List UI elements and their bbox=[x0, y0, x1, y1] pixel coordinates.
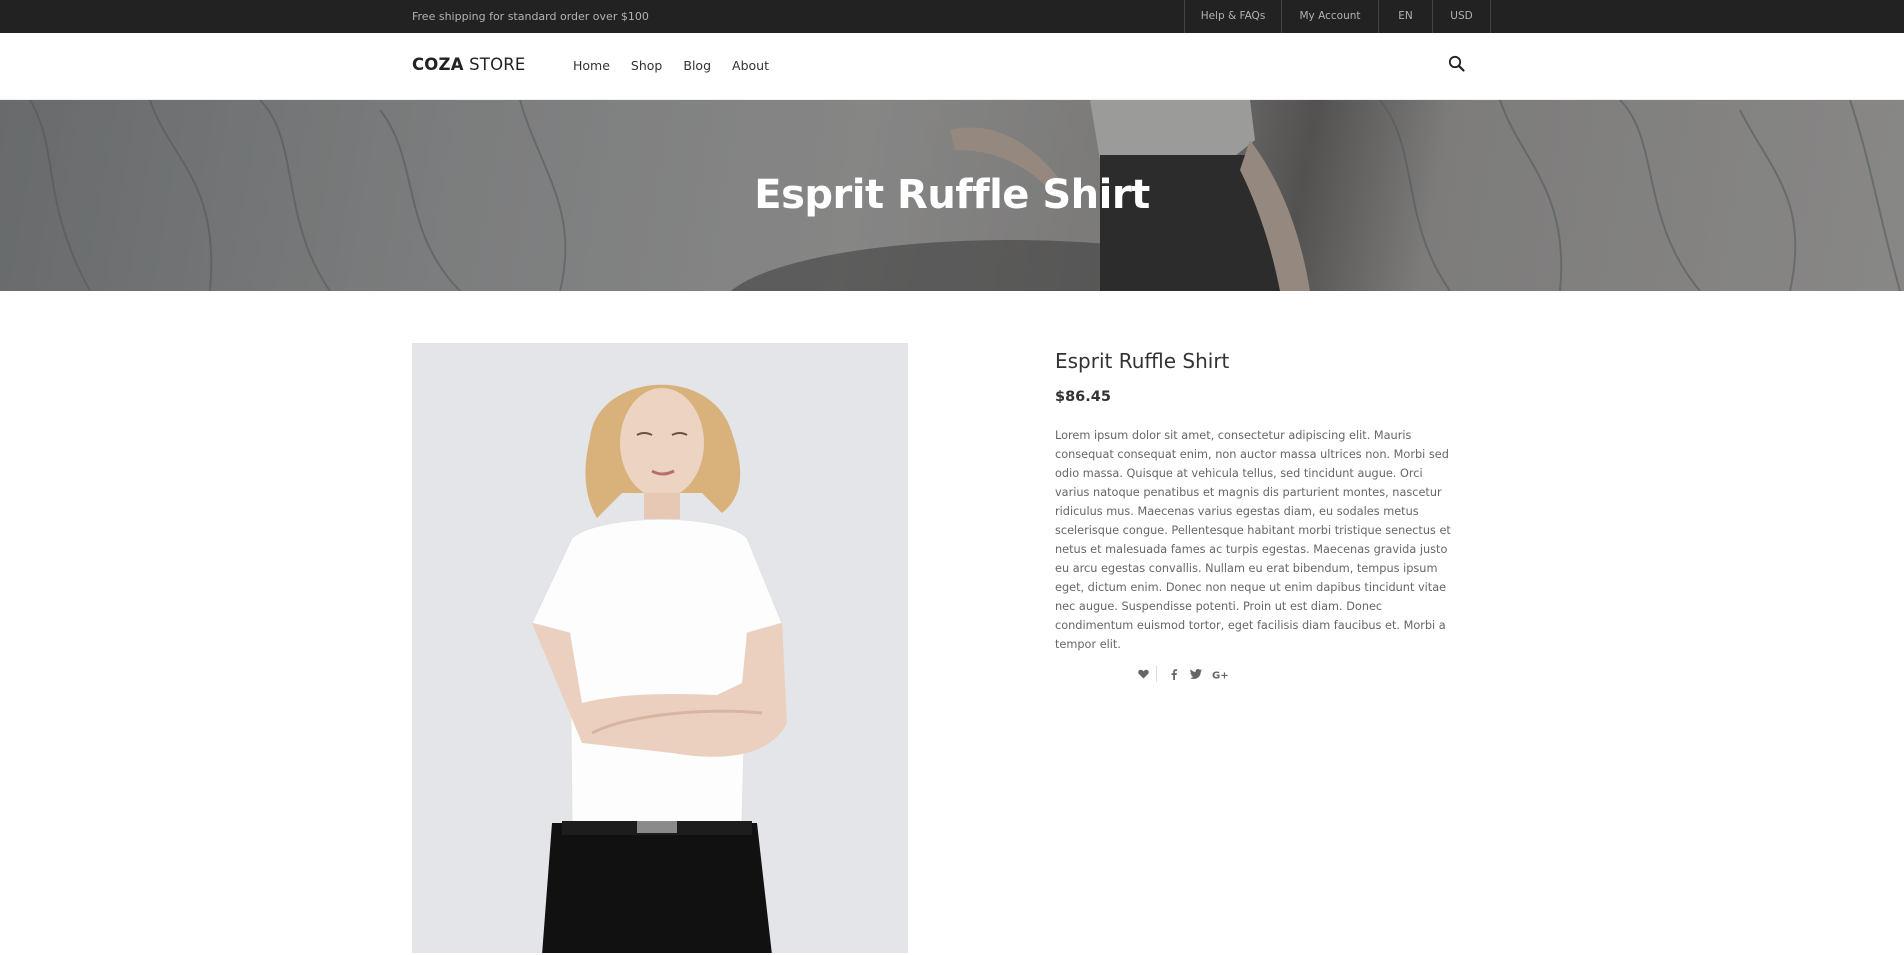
product-name: Esprit Ruffle Shirt bbox=[1055, 349, 1230, 373]
product-photo bbox=[412, 343, 908, 955]
product-price: $86.45 bbox=[1055, 389, 1111, 405]
store-logo[interactable]: COZA STORE bbox=[412, 55, 526, 74]
svg-text:G+: G+ bbox=[1212, 670, 1228, 680]
page-title: Esprit Ruffle Shirt bbox=[754, 172, 1150, 218]
heart-icon[interactable] bbox=[1136, 667, 1150, 681]
nav-home[interactable]: Home bbox=[573, 58, 610, 73]
nav-shop[interactable]: Shop bbox=[631, 58, 662, 73]
main-header: COZA STORE Home Shop Blog About bbox=[0, 33, 1904, 100]
top-bar: Free shipping for standard order over $1… bbox=[0, 0, 1904, 33]
hero-banner: Esprit Ruffle Shirt bbox=[0, 100, 1904, 291]
search-icon[interactable] bbox=[1446, 53, 1468, 75]
facebook-icon[interactable] bbox=[1167, 667, 1181, 681]
my-account-link[interactable]: My Account bbox=[1281, 0, 1378, 33]
product-social-actions: G+ bbox=[1136, 665, 1229, 683]
product-description: Lorem ipsum dolor sit amet, consectetur … bbox=[1055, 429, 1451, 651]
logo-text: STORE bbox=[463, 55, 526, 74]
main-nav: Home Shop Blog About bbox=[573, 58, 790, 73]
language-selector[interactable]: EN bbox=[1378, 0, 1432, 33]
top-bar-links: Help & FAQs My Account EN USD bbox=[1184, 0, 1491, 33]
nav-about[interactable]: About bbox=[732, 58, 769, 73]
currency-selector[interactable]: USD bbox=[1432, 0, 1491, 33]
logo-bold-text: COZA bbox=[412, 55, 464, 74]
twitter-icon[interactable] bbox=[1189, 667, 1203, 681]
product-image[interactable] bbox=[412, 343, 908, 955]
icon-divider bbox=[1156, 666, 1157, 682]
help-faqs-link[interactable]: Help & FAQs bbox=[1184, 0, 1281, 33]
free-shipping-notice: Free shipping for standard order over $1… bbox=[412, 10, 649, 23]
nav-blog[interactable]: Blog bbox=[683, 58, 711, 73]
google-plus-icon[interactable]: G+ bbox=[1211, 667, 1229, 681]
